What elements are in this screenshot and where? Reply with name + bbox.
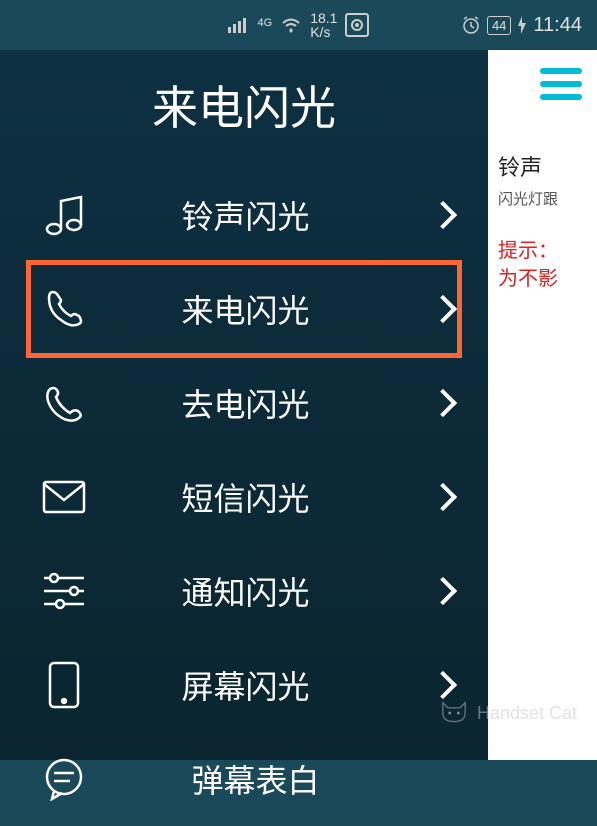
menu-item-ringtone-flash[interactable]: 铃声闪光 [0,168,488,262]
sliders-icon [40,567,88,615]
watermark: Handset Cat [439,701,577,725]
chevron-right-icon [429,389,457,417]
menu-label: 来电闪光 [88,286,433,332]
menu-label: 铃声闪光 [88,192,433,238]
cat-icon [439,701,469,725]
chevron-right-icon [429,577,457,605]
menu-label: 弹幕表白 [88,756,453,802]
menu-item-barrage-confession[interactable]: 弹幕表白 [0,732,488,826]
page-title: 来电闪光 [0,50,488,168]
menu-list: 铃声闪光 来电闪光 去电闪光 [0,168,488,826]
battery-indicator: 44 [487,16,511,35]
menu-item-notification-flash[interactable]: 通知闪光 [0,544,488,638]
smartphone-icon [40,661,88,709]
menu-item-screen-flash[interactable]: 屏幕闪光 [0,638,488,732]
chevron-right-icon [429,295,457,323]
clock-time: 11:44 [533,14,582,37]
watermark-text: Handset Cat [477,703,577,724]
signal-type: 4G [258,17,273,29]
sound-icon [345,13,369,37]
status-bar: 4G 18.1 K/s 44 [0,0,597,50]
menu-item-incoming-call-flash[interactable]: 来电闪光 [28,262,460,356]
menu-item-outgoing-call-flash[interactable]: 去电闪光 [0,356,488,450]
message-icon [40,755,88,803]
menu-label: 通知闪光 [88,568,433,614]
chevron-right-icon [429,483,457,511]
chevron-right-icon [429,671,457,699]
side-warning: 提示： 为不影 [498,237,587,293]
charging-icon [517,16,527,34]
side-subtitle: 闪光灯跟 [498,188,587,209]
phone-receive-icon [40,285,88,333]
music-note-icon [40,191,88,239]
menu-label: 屏幕闪光 [88,662,433,708]
mail-icon [40,473,88,521]
status-center: 4G 18.1 K/s [228,11,370,39]
chevron-right-icon [429,201,457,229]
wifi-icon [280,17,302,33]
network-speed: 18.1 K/s [310,11,337,39]
menu-item-sms-flash[interactable]: 短信闪光 [0,450,488,544]
main-panel: 来电闪光 铃声闪光 [0,50,488,760]
menu-label: 短信闪光 [88,474,433,520]
hamburger-menu-button[interactable] [540,68,582,100]
phone-call-icon [40,379,88,427]
menu-label: 去电闪光 [88,380,433,426]
side-panel: 铃声 闪光灯跟 提示： 为不影 [488,50,597,760]
signal-icon [228,17,250,33]
alarm-icon [461,15,481,35]
status-right: 44 11:44 [369,14,582,37]
side-title: 铃声 [498,150,587,182]
